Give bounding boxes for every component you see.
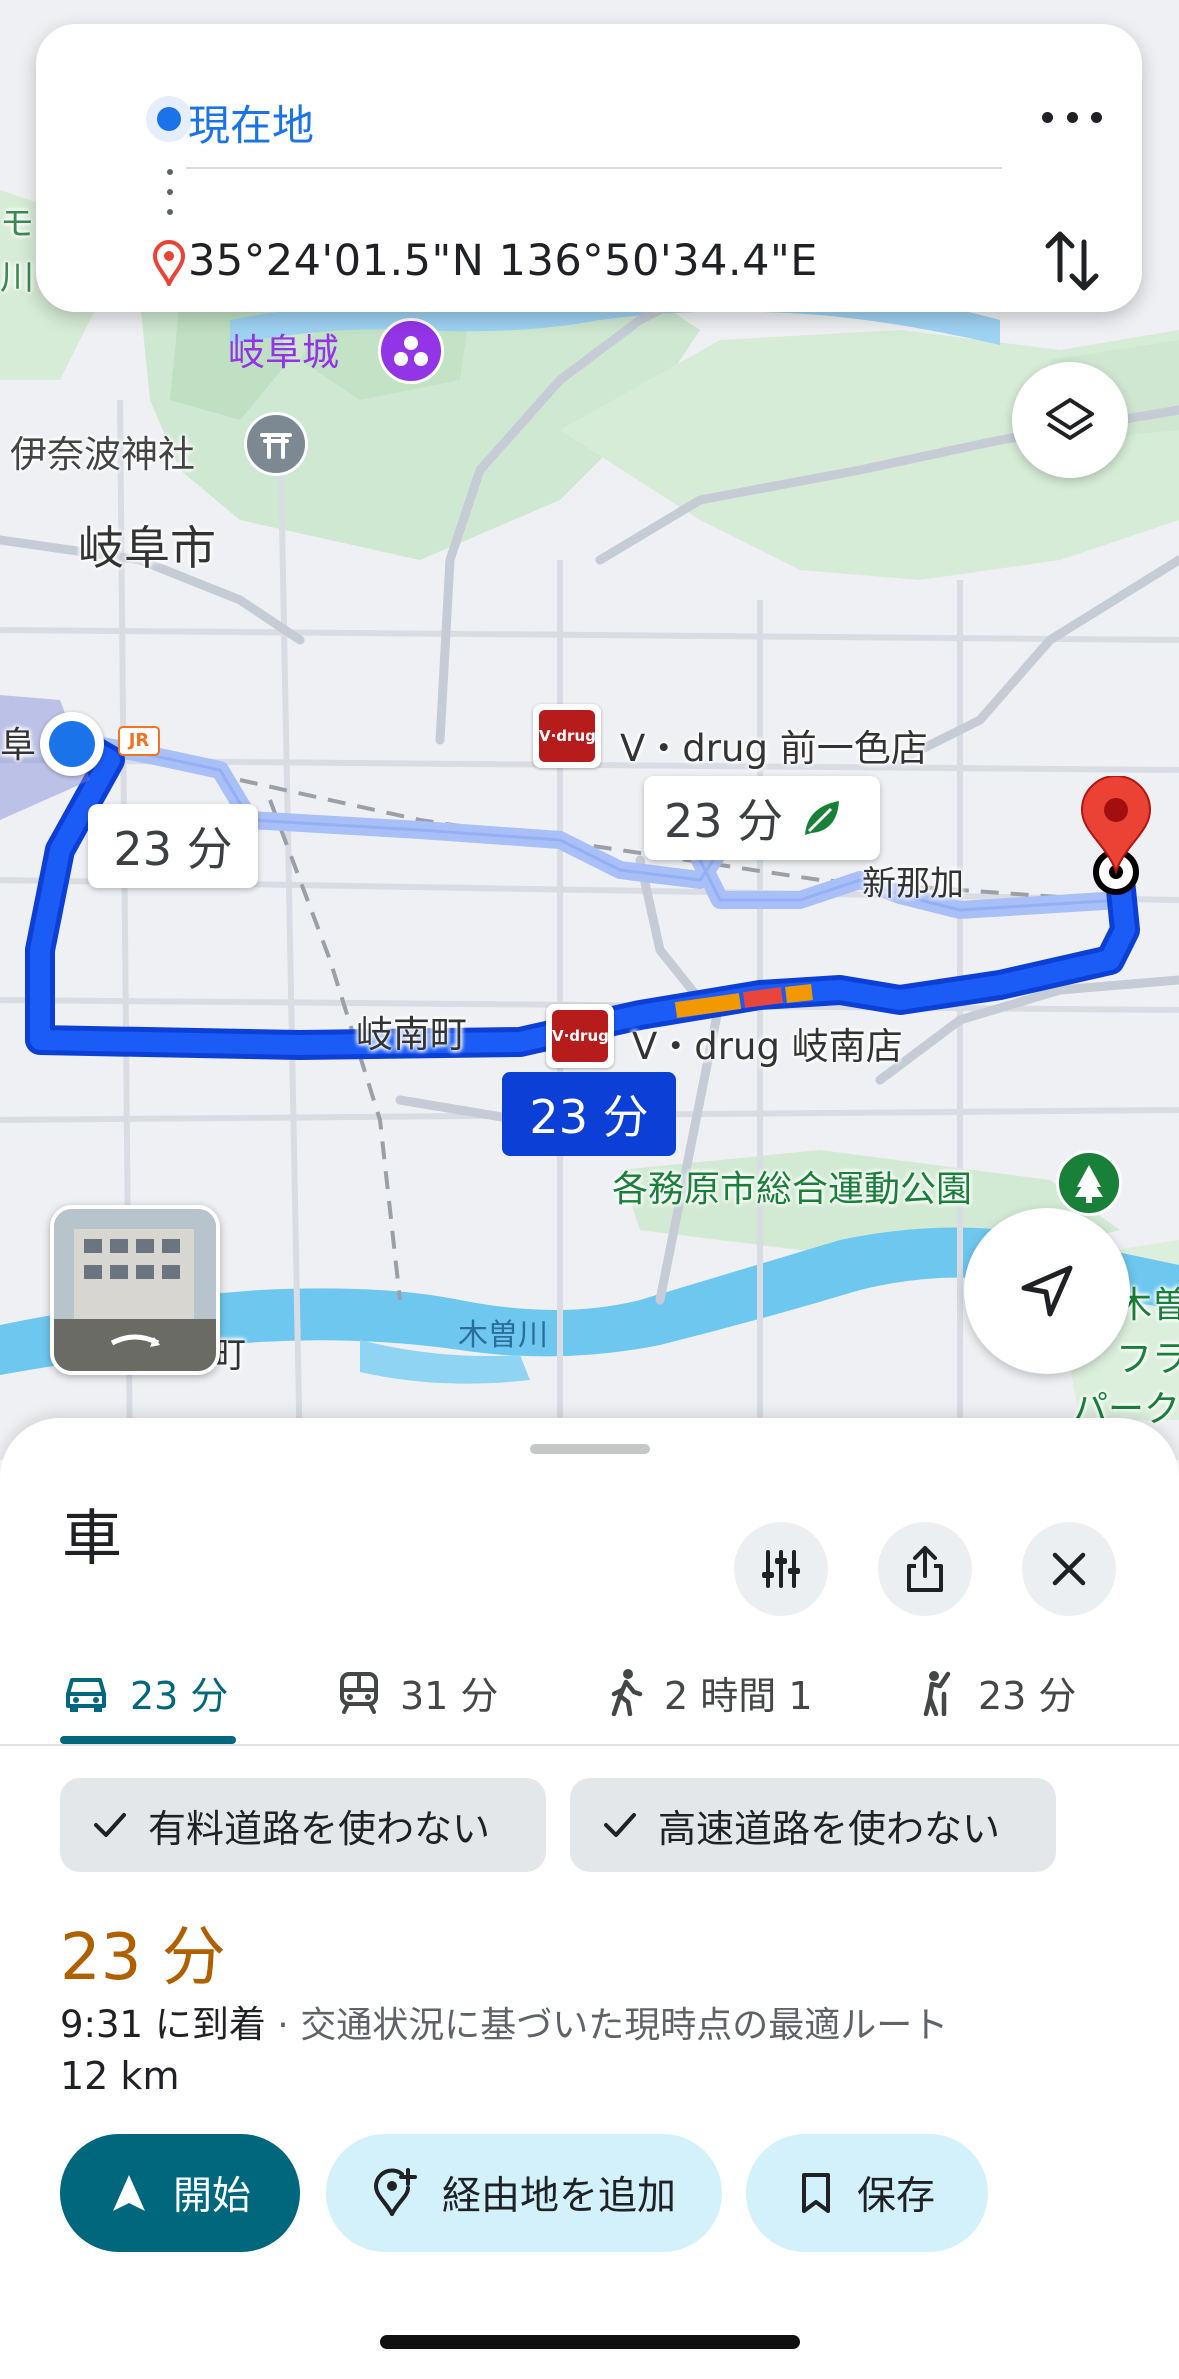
add-stop-button[interactable]: 経由地を追加 (326, 2134, 722, 2252)
origin-field[interactable]: 現在地 (188, 92, 314, 153)
tab-ride-label: 23 分 (978, 1673, 1077, 1718)
travel-mode-title: 車 (62, 1504, 122, 1574)
tab-transit[interactable]: 31 分 (338, 1640, 498, 1744)
store2-label[interactable]: V・drug 岐南店 (632, 1016, 903, 1070)
add-location-icon (373, 2168, 417, 2216)
tab-drive[interactable]: 23 分 (62, 1640, 228, 1744)
route-distance: 12 km (60, 2054, 180, 2098)
leaf-icon (805, 801, 840, 835)
walk-icon (611, 1669, 643, 1716)
navigation-arrow-icon (1021, 1265, 1073, 1317)
river-label: 木曽川 (458, 1318, 548, 1353)
park-label[interactable]: 各務原市総合運動公園 (612, 1160, 972, 1212)
tab-active-indicator (60, 1736, 236, 1744)
eco-route-bubble[interactable]: 23 分 (644, 776, 880, 860)
bookmark-icon (801, 2173, 830, 2213)
sheet-drag-handle[interactable] (530, 1444, 650, 1454)
avoid-highways-label: 高速道路を使わない (658, 1806, 1001, 1851)
navigation-icon (112, 2175, 145, 2211)
tab-walk[interactable]: 2 時間 1 (606, 1640, 813, 1744)
route-options-button[interactable] (734, 1522, 828, 1616)
tab-walk-label: 2 時間 1 (664, 1673, 813, 1718)
connector-dots-icon (167, 169, 173, 215)
shrine-label[interactable]: 伊奈波神社 (10, 424, 195, 478)
shinnaka-label: 新那加 (862, 864, 964, 904)
city-label: 岐阜市 (78, 521, 216, 575)
close-button[interactable] (1022, 1522, 1116, 1616)
start-button[interactable]: 開始 (60, 2134, 300, 2252)
castle-label[interactable]: 岐阜城 (228, 322, 339, 376)
route-input-card: 現在地 35°24'01.5"N 136°50'34.4"E (36, 24, 1142, 312)
eco-route-time: 23 分 (664, 794, 784, 848)
more-options-button[interactable] (1042, 92, 1102, 142)
save-button[interactable]: 保存 (746, 2134, 988, 2252)
jr-station-icon[interactable]: JR (118, 726, 160, 756)
current-location-marker[interactable] (40, 712, 104, 776)
avoid-highways-chip[interactable]: 高速道路を使わない (570, 1778, 1056, 1872)
add-stop-label: 経由地を追加 (441, 2174, 676, 2219)
train-icon (340, 1672, 378, 1714)
edge-label-mo: モ (0, 204, 34, 244)
tab-drive-label: 23 分 (130, 1673, 229, 1718)
start-label: 開始 (172, 2174, 251, 2219)
travel-mode-tabs: 23 分 31 分 2 時間 1 23 分 (0, 1640, 1179, 1746)
hail-icon (923, 1671, 951, 1716)
street-view-thumbnail[interactable] (50, 1205, 220, 1375)
layers-button[interactable] (1012, 362, 1128, 478)
tab-transit-label: 31 分 (400, 1673, 499, 1718)
close-icon (1052, 1552, 1086, 1586)
avoid-tolls-label: 有料道路を使わない (148, 1806, 491, 1851)
edge-label-kawa: 川 (0, 258, 34, 298)
origin-dot-icon (146, 96, 192, 142)
layers-icon (1046, 398, 1094, 440)
selected-route-bubble[interactable]: 23 分 (502, 1072, 676, 1156)
destination-pin[interactable] (1078, 775, 1158, 906)
station-label-left: 阜 (0, 725, 37, 766)
arrival-info: 9:31 に到着 · 交通状況に基づいた現時点の最適ルート (60, 1994, 948, 2048)
my-location-button[interactable] (964, 1208, 1130, 1374)
tab-ride[interactable]: 23 分 (918, 1640, 1076, 1744)
destination-pin-icon (152, 240, 186, 286)
tune-icon (762, 1550, 800, 1588)
swap-button[interactable] (1044, 224, 1100, 298)
store1-label[interactable]: V・drug 前一色店 (620, 718, 928, 772)
ginan-label: 岐南町 (356, 1013, 467, 1056)
share-button[interactable] (878, 1522, 972, 1616)
store-poi-icon[interactable]: V·drug (533, 704, 601, 768)
swap-arrows-icon (1045, 231, 1099, 291)
torii-icon[interactable] (244, 412, 308, 476)
home-indicator[interactable] (380, 2335, 800, 2349)
save-label: 保存 (856, 2174, 935, 2219)
arrival-time: 9:31 に到着 (60, 2003, 266, 2046)
directions-sheet: 車 23 分 31 分 2 時間 1 23 分 有料道路を使わない 高速道路を使… (0, 1418, 1179, 2379)
check-icon (604, 1813, 636, 1837)
avoid-tolls-chip[interactable]: 有料道路を使わない (60, 1778, 546, 1872)
tree-icon[interactable] (1056, 1150, 1122, 1216)
share-icon (907, 1546, 943, 1592)
check-icon (94, 1813, 126, 1837)
castle-poi-icon[interactable] (378, 318, 444, 384)
car-icon (66, 1678, 106, 1712)
destination-field[interactable]: 35°24'01.5"N 136°50'34.4"E (188, 236, 818, 286)
field-divider (186, 167, 1002, 169)
store2-poi-icon[interactable]: V·drug (546, 1004, 614, 1068)
route-note: · 交通状況に基づいた現時点の最適ルート (265, 2005, 949, 2046)
alt-route-bubble[interactable]: 23 分 (88, 804, 258, 888)
edge-label-fra: フラ (1116, 1339, 1179, 1380)
route-duration: 23 分 (60, 1921, 226, 1995)
